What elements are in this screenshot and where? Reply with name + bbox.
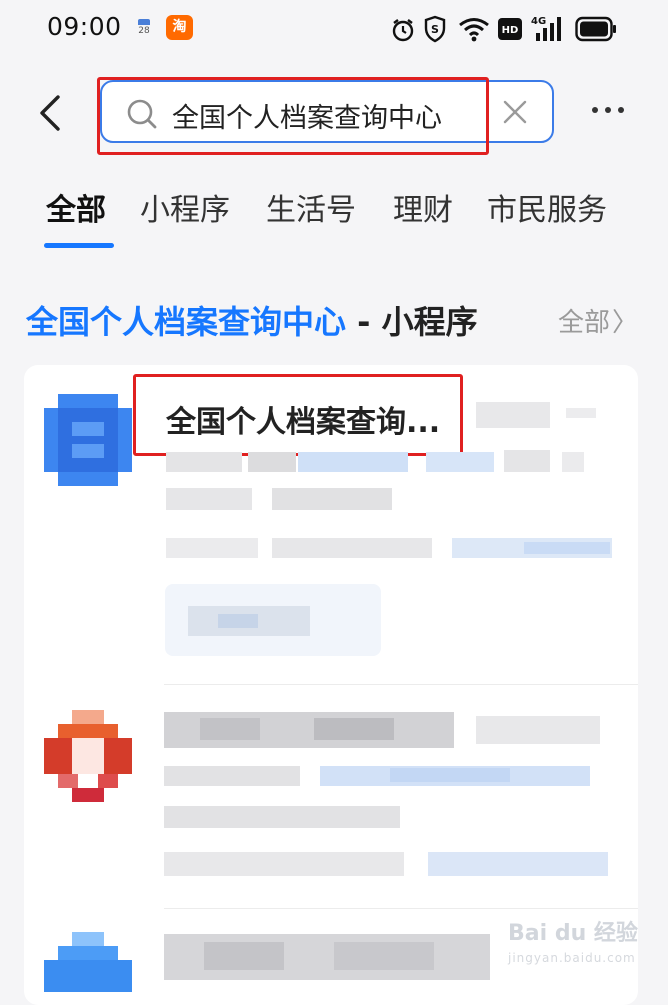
blurred-description (164, 934, 490, 980)
watermark-brand: Bai du 经验 (508, 921, 638, 946)
tab-all[interactable]: 全部 (46, 185, 106, 229)
svg-text:4G: 4G (531, 16, 546, 27)
result-divider (164, 908, 638, 909)
chevron-right-icon: 〉 (612, 308, 639, 338)
tab-citizen-services[interactable]: 市民服务 (487, 185, 607, 229)
search-input[interactable]: 全国个人档案查询中心 (100, 80, 554, 143)
section-see-all-link[interactable]: 全部〉 (558, 302, 638, 339)
more-options-icon[interactable] (592, 104, 626, 118)
blurred-chip-label (188, 606, 310, 636)
battery-icon (575, 16, 616, 42)
blurred-red-app-icon (44, 710, 132, 802)
section-title: 全国个人档案查询中心 - 小程序 (26, 297, 478, 343)
back-arrow-icon[interactable] (36, 94, 64, 132)
clear-search-icon[interactable] (502, 99, 528, 125)
watermark-url: jingyan.baidu.com (508, 951, 636, 965)
section-title-highlight: 全国个人档案查询中心 (26, 303, 347, 341)
see-all-label: 全部 (558, 308, 611, 338)
status-time: 09:00 (47, 12, 122, 41)
svg-text:S: S (431, 23, 439, 36)
wifi-icon (459, 18, 489, 42)
blurred-blue-app-icon (44, 932, 132, 992)
result-divider (164, 684, 638, 685)
taobao-notification-icon: 淘 (166, 15, 193, 40)
security-shield-icon: S (424, 15, 446, 43)
hd-icon: HD (498, 18, 522, 40)
calendar-day: 28 (138, 26, 150, 36)
search-icon (127, 99, 157, 129)
blurred-description (164, 712, 608, 876)
calendar-icon: 28 (136, 19, 152, 38)
blurred-blue-app-icon (44, 394, 132, 486)
status-bar: 09:00 28 淘 S HD 4G (0, 0, 668, 58)
tab-wealth[interactable]: 理财 (393, 185, 453, 229)
baidu-jingyan-watermark: Bai du 经验 jingyan.baidu.com (508, 915, 648, 975)
section-title-suffix: - 小程序 (346, 303, 478, 341)
tab-mini-programs[interactable]: 小程序 (140, 185, 230, 229)
signal-4g-icon: 4G (531, 16, 561, 41)
alarm-icon (392, 19, 414, 42)
tab-life-accounts[interactable]: 生活号 (266, 185, 356, 229)
active-tab-indicator (44, 243, 114, 248)
search-query-text[interactable]: 全国个人档案查询中心 (172, 96, 442, 135)
svg-text:HD: HD (502, 25, 519, 36)
